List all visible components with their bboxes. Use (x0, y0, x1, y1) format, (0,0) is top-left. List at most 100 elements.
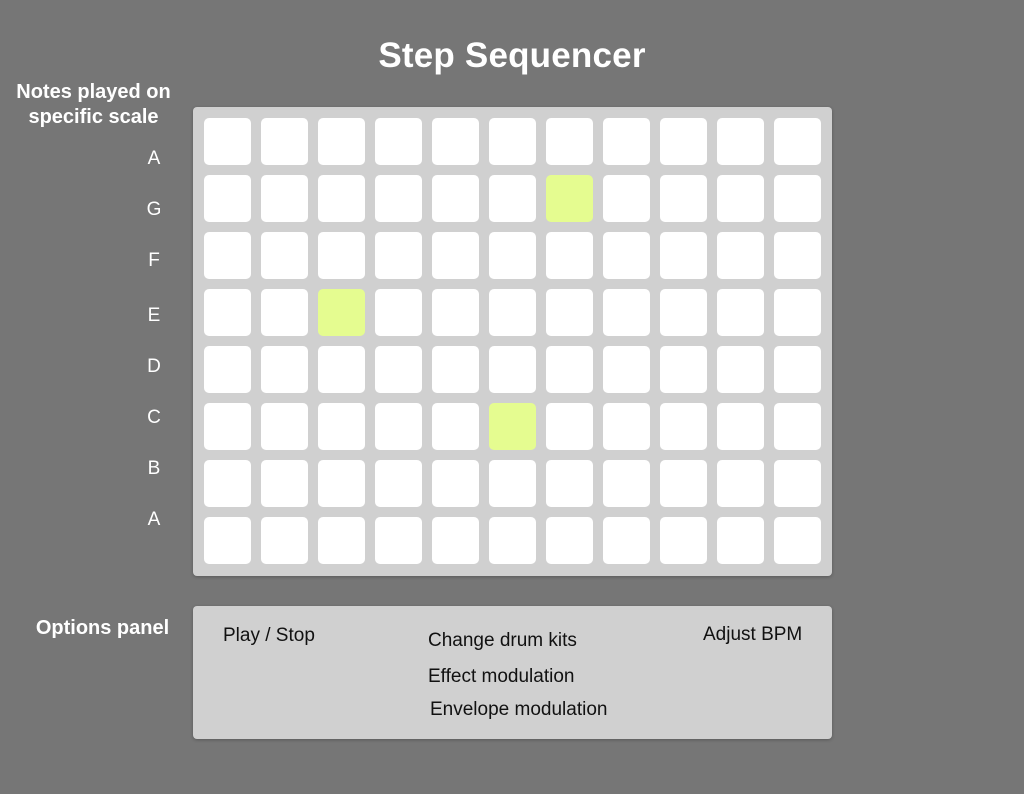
scale-heading: Notes played on specific scale (6, 80, 181, 130)
note-label-row-1: A (147, 148, 161, 169)
step-cell[interactable] (660, 517, 707, 564)
step-cell[interactable] (717, 346, 764, 393)
step-cell[interactable] (489, 289, 536, 336)
step-cell[interactable] (204, 232, 251, 279)
step-cell[interactable] (375, 289, 422, 336)
step-cell[interactable] (204, 517, 251, 564)
step-cell[interactable] (318, 517, 365, 564)
step-cell[interactable] (432, 460, 479, 507)
step-cell[interactable] (204, 460, 251, 507)
step-cell[interactable] (489, 517, 536, 564)
step-cell[interactable] (432, 403, 479, 450)
step-cell[interactable] (432, 289, 479, 336)
step-cell[interactable] (546, 118, 593, 165)
step-cell[interactable] (717, 403, 764, 450)
step-cell[interactable] (660, 175, 707, 222)
step-cell[interactable] (603, 403, 650, 450)
step-cell[interactable] (318, 118, 365, 165)
step-cell[interactable] (261, 232, 308, 279)
step-cell[interactable] (660, 460, 707, 507)
step-cell[interactable] (717, 289, 764, 336)
step-cell-active[interactable] (318, 289, 365, 336)
note-label-row-2: G (146, 199, 162, 220)
scale-heading-line2: specific scale (28, 106, 159, 128)
step-cell[interactable] (774, 517, 821, 564)
step-cell[interactable] (774, 346, 821, 393)
step-cell[interactable] (261, 175, 308, 222)
step-cell[interactable] (261, 517, 308, 564)
step-cell[interactable] (717, 175, 764, 222)
note-label-row-5: D (147, 356, 161, 377)
step-cell[interactable] (204, 346, 251, 393)
step-cell[interactable] (375, 346, 422, 393)
play-stop-button[interactable]: Play / Stop (223, 625, 315, 647)
step-cell[interactable] (204, 175, 251, 222)
options-heading: Options panel (35, 617, 170, 639)
effect-modulation-button[interactable]: Effect modulation (428, 666, 574, 688)
step-cell[interactable] (774, 118, 821, 165)
step-cell[interactable] (375, 232, 422, 279)
step-cell[interactable] (432, 517, 479, 564)
envelope-modulation-button[interactable]: Envelope modulation (430, 699, 607, 721)
step-cell[interactable] (318, 460, 365, 507)
step-cell[interactable] (546, 460, 593, 507)
step-cell-active[interactable] (489, 403, 536, 450)
step-cell[interactable] (375, 175, 422, 222)
step-cell[interactable] (204, 403, 251, 450)
step-cell[interactable] (660, 232, 707, 279)
step-cell[interactable] (603, 460, 650, 507)
step-cell[interactable] (603, 289, 650, 336)
step-cell[interactable] (375, 517, 422, 564)
step-cell[interactable] (660, 346, 707, 393)
step-cell[interactable] (774, 403, 821, 450)
sequencer-grid-panel (193, 107, 832, 576)
step-cell-active[interactable] (546, 175, 593, 222)
step-cell[interactable] (318, 232, 365, 279)
step-cell[interactable] (318, 175, 365, 222)
step-cell[interactable] (489, 175, 536, 222)
step-cell[interactable] (603, 175, 650, 222)
step-cell[interactable] (603, 346, 650, 393)
step-cell[interactable] (432, 346, 479, 393)
step-cell[interactable] (261, 460, 308, 507)
step-cell[interactable] (432, 232, 479, 279)
step-cell[interactable] (603, 232, 650, 279)
step-cell[interactable] (261, 289, 308, 336)
step-cell[interactable] (660, 289, 707, 336)
step-cell[interactable] (489, 232, 536, 279)
adjust-bpm-button[interactable]: Adjust BPM (703, 624, 802, 646)
step-cell[interactable] (717, 232, 764, 279)
step-cell[interactable] (489, 118, 536, 165)
step-cell[interactable] (546, 289, 593, 336)
step-cell[interactable] (774, 289, 821, 336)
step-cell[interactable] (660, 403, 707, 450)
step-cell[interactable] (489, 346, 536, 393)
step-cell[interactable] (204, 118, 251, 165)
step-cell[interactable] (318, 346, 365, 393)
change-drum-kits-button[interactable]: Change drum kits (428, 630, 577, 652)
step-cell[interactable] (603, 517, 650, 564)
step-cell[interactable] (774, 232, 821, 279)
step-cell[interactable] (546, 403, 593, 450)
step-cell[interactable] (717, 118, 764, 165)
step-cell[interactable] (546, 517, 593, 564)
step-cell[interactable] (774, 175, 821, 222)
step-cell[interactable] (261, 346, 308, 393)
step-cell[interactable] (489, 460, 536, 507)
step-cell[interactable] (375, 118, 422, 165)
step-cell[interactable] (375, 460, 422, 507)
step-cell[interactable] (660, 118, 707, 165)
step-cell[interactable] (204, 289, 251, 336)
step-cell[interactable] (375, 403, 422, 450)
step-cell[interactable] (717, 460, 764, 507)
step-cell[interactable] (717, 517, 764, 564)
step-cell[interactable] (774, 460, 821, 507)
step-cell[interactable] (261, 403, 308, 450)
step-cell[interactable] (318, 403, 365, 450)
step-cell[interactable] (432, 175, 479, 222)
step-cell[interactable] (261, 118, 308, 165)
step-cell[interactable] (603, 118, 650, 165)
step-cell[interactable] (546, 232, 593, 279)
step-cell[interactable] (432, 118, 479, 165)
step-cell[interactable] (546, 346, 593, 393)
